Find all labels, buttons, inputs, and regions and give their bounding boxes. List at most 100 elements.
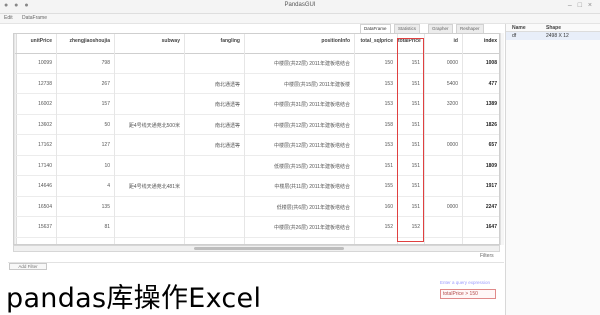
filters-label: Filters [480,253,494,259]
table-cell[interactable]: 477 [463,81,499,87]
table-cell[interactable]: 中楼层(共15层) 2011年建板楼 [245,81,354,88]
table-cell[interactable]: 135 [57,204,114,210]
column-index: index 1008 477 1389 1826 657 1809 1917 2247 1647 [462,34,499,244]
column-header[interactable]: positionInfo [245,38,354,52]
table-cell[interactable]: 1008 [463,60,499,66]
tab-statistics[interactable]: Statistics [394,24,421,33]
table-cell[interactable]: 南北通透等 [185,101,244,108]
tab-bar: DataFrame Statistics Grapher Reshaper [360,24,500,33]
table-cell[interactable]: 657 [463,142,499,148]
table-cell[interactable]: 距4号线天通苑北481米 [115,183,184,190]
table-cell[interactable]: 中楼层(共26层) 2011年建板塔结合 [245,224,354,231]
table-cell[interactable]: 17162 [15,142,56,148]
table-cell[interactable]: 10 [57,163,114,169]
app-title: PandasGUI [284,2,316,8]
column-subway: subway 距4号线天通苑北500米 距4号线天通苑北481米 [114,34,184,244]
table-cell[interactable]: 12738 [15,81,56,87]
table-cell[interactable]: 151 [355,163,397,169]
table-cell[interactable]: 2247 [463,204,499,210]
table-cell[interactable]: 南北通透等 [185,122,244,129]
table-cell[interactable]: 中楼层(共31层) 2011年建板塔结合 [245,101,354,108]
dataframe-table[interactable]: unitPrice 10099 12738 16002 13602 17162 17140 1… [13,33,500,245]
table-cell[interactable]: 50 [57,122,114,128]
tab-reshaper[interactable]: Reshaper [456,24,484,33]
column-positionInfo: positionInfo 中楼层(共22层) 2011年建板塔结合 中楼层(共15层… [244,34,354,244]
dataframe-list-panel: Name Shape df 2498 X 12 [505,24,600,315]
side-panel-header: Name Shape [506,24,600,32]
table-cell[interactable]: 3200 [425,101,462,107]
horizontal-scrollbar[interactable] [13,245,500,252]
table-cell[interactable]: 南北通透等 [185,81,244,88]
table-cell[interactable]: 13602 [15,122,56,128]
table-cell[interactable]: 1826 [463,122,499,128]
column-header[interactable]: fangling [185,38,244,52]
table-cell[interactable]: 中楼层(共12层) 2011年建板塔结合 [245,122,354,129]
window-controls-right[interactable]: – □ × [568,2,594,9]
column-header[interactable]: index [463,38,499,52]
table-cell[interactable]: 1917 [463,183,499,189]
active-filter[interactable]: totalPrice > 150 [440,289,496,299]
table-cell[interactable]: 155 [355,183,397,189]
column-header[interactable]: unitPrice [15,38,56,52]
column-fangling: fangling 南北通透等 南北通透等 南北通透等 南北通透等 [184,34,244,244]
table-cell[interactable]: 16002 [15,101,56,107]
table-cell[interactable]: 中楼层(共12层) 2011年建板塔结合 [245,142,354,149]
menu-dataframe[interactable]: DataFrame [22,15,47,21]
tab-grapher[interactable]: Grapher [428,24,453,33]
tab-dataframe[interactable]: DataFrame [360,24,391,33]
totalprice-highlight-box [397,38,424,242]
shape-header: Shape [546,25,562,31]
filter-hint: Enter a query expression [440,280,491,285]
table-cell[interactable]: 0000 [425,142,462,148]
column-header[interactable]: total_sqlprice [355,38,397,52]
table-cell[interactable]: 267 [57,81,114,87]
table-cell[interactable]: 中楼层(共11层) 2011年建板塔结合 [245,183,354,190]
dataframe-shape: 2498 X 12 [546,33,569,39]
table-cell[interactable]: 153 [355,101,397,107]
table-cell[interactable]: 南北通透等 [185,142,244,149]
table-cell[interactable]: 81 [57,224,114,230]
table-cell[interactable]: 127 [57,142,114,148]
dataframe-name: df [512,33,517,39]
table-cell[interactable]: 1647 [463,224,499,230]
name-header: Name [512,25,526,31]
dataframe-item[interactable]: df 2498 X 12 [506,32,600,40]
table-cell[interactable]: 16504 [15,204,56,210]
table-cell[interactable]: 150 [355,60,397,66]
table-cell[interactable]: 14646 [15,183,56,189]
column-unitPrice: unitPrice 10099 12738 16002 13602 17162 17140 1… [14,34,56,244]
table-cell[interactable]: 低楼层(共15层) 2011年建板塔结合 [245,163,354,170]
table-cell[interactable]: 10099 [15,60,56,66]
table-cell[interactable]: 153 [355,142,397,148]
table-cell[interactable]: 1809 [463,163,499,169]
column-zhengjiaoshoujia: zhengjiaoshoujia 798 267 157 50 127 10 4 135 81 [56,34,114,244]
table-cell[interactable]: 17140 [15,163,56,169]
table-cell[interactable]: 5400 [425,81,462,87]
menu-edit[interactable]: Edit [4,15,13,21]
scroll-thumb[interactable] [194,247,344,250]
add-filter-button[interactable]: Add Filter [9,263,47,270]
table-cell[interactable]: 低楼层(共6层) 2011年建板塔结合 [245,204,354,211]
table-cell[interactable]: 0000 [425,60,462,66]
table-cell[interactable]: 160 [355,204,397,210]
table-cell[interactable]: 4 [57,183,114,189]
title-bar: ● ● ● PandasGUI – □ × [0,0,600,14]
column-header[interactable]: zhengjiaoshoujia [57,38,114,52]
table-cell[interactable]: 153 [355,81,397,87]
table-cell[interactable]: 157 [57,101,114,107]
vertical-scrollbar[interactable] [500,33,504,245]
column-total_sqlprice: total_sqlprice 150 153 153 158 153 151 155 160 15… [354,34,397,244]
table-cell[interactable]: 中楼层(共22层) 2011年建板塔结合 [245,60,354,67]
table-cell[interactable]: 152 [355,224,397,230]
table-cell[interactable]: 158 [355,122,397,128]
table-cell[interactable]: 0000 [425,204,462,210]
column-id: id 0000 5400 3200 0000 0000 [424,34,462,244]
column-header[interactable]: subway [115,38,184,52]
table-cell[interactable]: 1389 [463,101,499,107]
table-cell[interactable]: 距4号线天通苑北500米 [115,122,184,129]
table-cell[interactable]: 798 [57,60,114,66]
column-header[interactable]: id [425,38,462,52]
table-cell[interactable]: 15637 [15,224,56,230]
caption-text: pandas库操作Excel [6,283,262,314]
filter-area [8,262,504,272]
